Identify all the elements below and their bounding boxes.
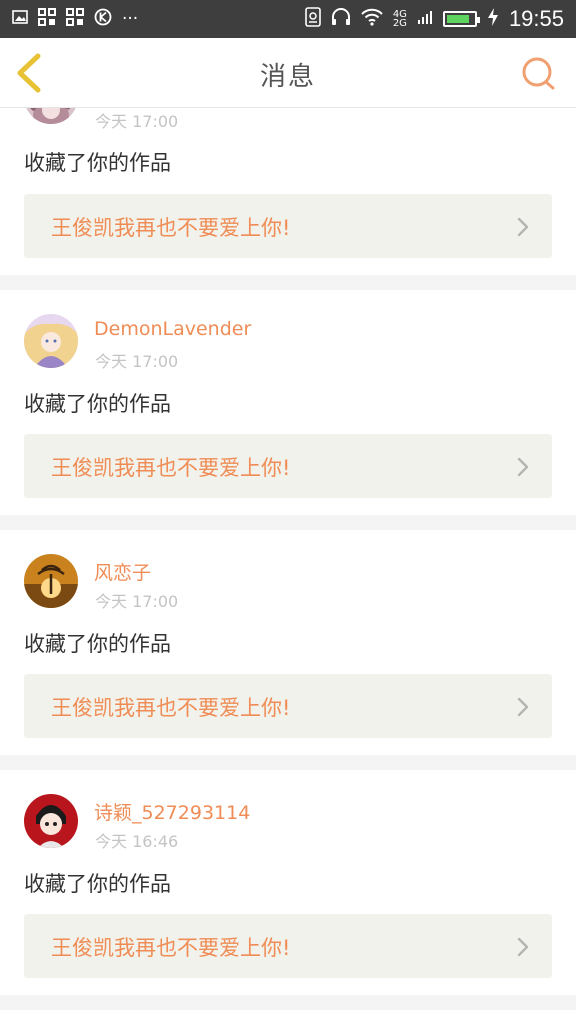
list-item: 今天 17:00 收藏了你的作品 王俊凯我再也不要爱上你! [0,108,576,275]
k-icon [94,8,112,31]
search-icon [522,57,555,90]
chevron-right-icon [517,457,529,477]
battery-icon [442,11,480,27]
list-item: 风恋子 今天 17:00 收藏了你的作品 王俊凯我再也不要爱上你! [0,530,576,755]
charging-icon [487,7,499,32]
list-item: DemonLavender 今天 17:00 收藏了你的作品 王俊凯我再也不要爱… [0,290,576,515]
work-title: 王俊凯我再也不要爱上你! [51,456,291,480]
image-icon [12,9,28,29]
work-link[interactable]: 王俊凯我再也不要爱上你! [24,674,552,738]
username[interactable]: 诗颖_527293114 [94,798,250,825]
battery-level [446,15,470,23]
avatar[interactable] [24,794,78,848]
action-text: 收藏了你的作品 [24,872,171,896]
action-text: 收藏了你的作品 [24,392,171,416]
avatar[interactable] [24,314,78,368]
clock: 19:55 [508,6,564,31]
avatar[interactable] [24,108,78,124]
sim-icon [305,6,321,32]
signal-icon [417,9,433,30]
headphones-icon [331,7,351,31]
search-button[interactable] [518,53,558,93]
timestamp: 今天 16:46 [95,832,179,851]
chevron-right-icon [517,937,529,957]
status-left: ··· [12,7,139,31]
work-title: 王俊凯我再也不要爱上你! [51,936,291,960]
timestamp: 今天 17:00 [95,592,179,611]
qr-icon [38,7,56,31]
list-item: 诗颖_527293114 今天 16:46 收藏了你的作品 王俊凯我再也不要爱上… [0,770,576,995]
timestamp: 今天 17:00 [95,112,179,131]
timestamp: 今天 17:00 [95,352,179,371]
status-ellipsis: ··· [122,9,139,29]
username[interactable]: DemonLavender [94,318,251,340]
qr-icon [66,7,84,31]
username[interactable]: 风恋子 [94,558,151,585]
app-header: 消息 [0,38,576,108]
work-title: 王俊凯我再也不要爱上你! [51,696,291,720]
work-link[interactable]: 王俊凯我再也不要爱上你! [24,434,552,498]
wifi-icon [361,8,383,31]
work-link[interactable]: 王俊凯我再也不要爱上你! [24,914,552,978]
status-bar: ··· 4G 2G 19:55 [0,0,576,38]
page-title: 消息 [259,62,316,92]
action-text: 收藏了你的作品 [24,151,171,175]
work-title: 王俊凯我再也不要爱上你! [51,216,291,240]
message-list[interactable]: 今天 17:00 收藏了你的作品 王俊凯我再也不要爱上你! DemonLaven… [0,108,576,1024]
network-type: 4G 2G [392,9,407,29]
list-item [0,1010,576,1024]
status-right: 4G 2G 19:55 [305,6,564,32]
work-link[interactable]: 王俊凯我再也不要爱上你! [24,194,552,258]
chevron-right-icon [517,217,529,237]
avatar[interactable] [24,554,78,608]
action-text: 收藏了你的作品 [24,632,171,656]
chevron-right-icon [517,697,529,717]
